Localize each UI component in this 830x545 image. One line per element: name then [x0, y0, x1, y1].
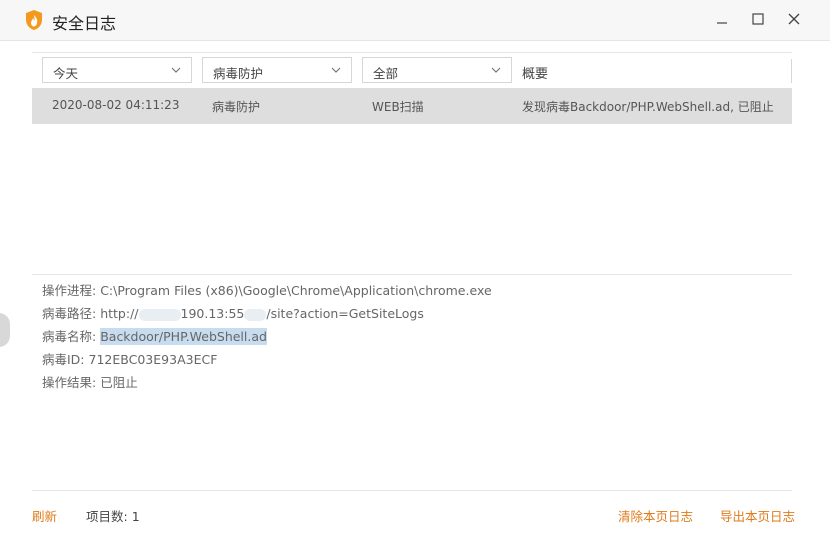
time-filter-value: 今天 — [53, 66, 79, 81]
chevron-down-icon — [331, 67, 341, 73]
maximize-icon — [752, 13, 764, 25]
divider — [32, 490, 792, 491]
item-count-label: 项目数: — [86, 509, 128, 524]
chevron-down-icon — [171, 67, 181, 73]
column-divider — [791, 59, 792, 83]
detail-path-prefix: http:// — [100, 306, 139, 321]
close-icon — [788, 13, 800, 25]
shield-flame-icon — [26, 10, 42, 30]
window-title: 安全日志 — [52, 14, 117, 33]
refresh-link[interactable]: 刷新 — [32, 506, 57, 525]
detail-panel: 操作进程: C:\Program Files (x86)\Google\Chro… — [42, 283, 782, 398]
detail-result-label: 操作结果: — [42, 375, 97, 390]
detail-id-row: 病毒ID: 712EBC03E93A3ECF — [42, 352, 782, 375]
drag-handle[interactable] — [0, 313, 10, 347]
minimize-icon — [717, 22, 727, 24]
item-count-value: 1 — [131, 509, 140, 524]
close-button[interactable] — [782, 8, 806, 32]
redacted-region — [138, 308, 181, 321]
log-time: 2020-08-02 04:11:23 — [52, 98, 180, 112]
filter-bar: 今天 病毒防护 全部 概要 — [32, 52, 792, 90]
detail-id-label: 病毒ID: — [42, 352, 85, 367]
item-count: 项目数: 1 — [86, 506, 140, 525]
detail-name-row: 病毒名称: Backdoor/PHP.WebShell.ad — [42, 328, 782, 352]
clear-page-logs-link[interactable]: 清除本页日志 — [618, 506, 693, 525]
title-bar: 安全日志 — [0, 0, 830, 41]
divider — [32, 274, 792, 275]
log-category: 病毒防护 — [212, 100, 261, 114]
maximize-button[interactable] — [746, 8, 770, 32]
table-row[interactable]: 2020-08-02 04:11:23 病毒防护 WEB扫描 发现病毒Backd… — [32, 88, 792, 124]
detail-result-row: 操作结果: 已阻止 — [42, 375, 782, 398]
detail-path-label: 病毒路径: — [42, 306, 97, 321]
detail-process-label: 操作进程: — [42, 283, 97, 298]
detail-path-mid: 190.13:55 — [180, 306, 245, 321]
category-filter-dropdown[interactable]: 病毒防护 — [202, 57, 352, 83]
footer-bar: 刷新 项目数: 1 清除本页日志 导出本页日志 — [0, 506, 830, 526]
detail-process-row: 操作进程: C:\Program Files (x86)\Google\Chro… — [42, 283, 782, 306]
minimize-button[interactable] — [710, 8, 734, 32]
log-summary: 发现病毒Backdoor/PHP.WebShell.ad, 已阻止 — [522, 100, 774, 114]
time-filter-dropdown[interactable]: 今天 — [42, 57, 192, 83]
detail-path-suffix: /site?action=GetSiteLogs — [266, 306, 424, 321]
category-filter-value: 病毒防护 — [213, 66, 264, 81]
detail-name-label: 病毒名称: — [42, 329, 97, 344]
log-type: WEB扫描 — [372, 100, 424, 114]
redacted-region — [244, 308, 267, 321]
detail-result-value: 已阻止 — [100, 375, 138, 390]
detail-path-row: 病毒路径: http:// 190.13:55/site?action=GetSi… — [42, 306, 782, 329]
detail-name-value[interactable]: Backdoor/PHP.WebShell.ad — [100, 328, 267, 345]
summary-column-header: 概要 — [522, 67, 549, 82]
detail-id-value: 712EBC03E93A3ECF — [88, 352, 218, 367]
export-page-logs-link[interactable]: 导出本页日志 — [720, 506, 795, 525]
chevron-down-icon — [491, 67, 501, 73]
type-filter-dropdown[interactable]: 全部 — [362, 57, 512, 83]
detail-process-value: C:\Program Files (x86)\Google\Chrome\App… — [100, 283, 492, 298]
type-filter-value: 全部 — [373, 66, 399, 81]
